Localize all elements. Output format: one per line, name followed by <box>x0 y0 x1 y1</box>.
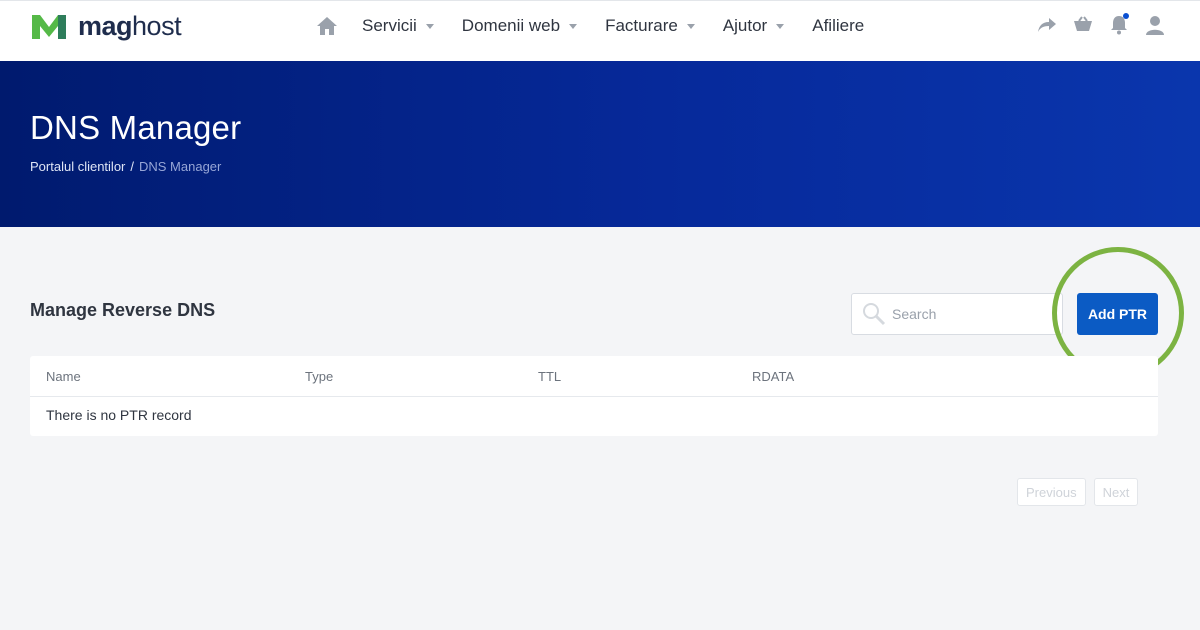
logo-text-bold: mag <box>78 10 133 41</box>
search-icon <box>863 303 886 326</box>
previous-page-button[interactable]: Previous <box>1017 478 1086 506</box>
next-page-button[interactable]: Next <box>1093 478 1139 506</box>
page-header-banner: DNS Manager Portalul clientilor / DNS Ma… <box>0 61 1200 227</box>
column-header-rdata[interactable]: RDATA <box>752 369 794 384</box>
nav-item-label: Facturare <box>605 15 678 35</box>
notification-dot <box>1123 13 1129 19</box>
logo-text: maghost <box>78 10 182 42</box>
breadcrumb-separator: / <box>130 159 134 174</box>
chevron-down-icon <box>569 24 578 29</box>
bell-icon[interactable] <box>1108 13 1130 36</box>
empty-table-message: There is no PTR record <box>46 407 192 423</box>
logo-text-light: host <box>132 10 182 41</box>
nav-item-label: Ajutor <box>722 15 768 35</box>
section-title: Manage Reverse DNS <box>30 300 216 320</box>
logo-mark-icon <box>32 15 66 39</box>
user-icon[interactable] <box>1144 14 1166 36</box>
column-header-type[interactable]: Type <box>305 369 333 384</box>
nav-item-ajutor[interactable]: Ajutor <box>722 15 785 36</box>
nav-item-label: Servicii <box>362 15 417 35</box>
pagination: Previous Next <box>1017 478 1139 506</box>
breadcrumb: Portalul clientilor / DNS Manager <box>30 159 221 174</box>
column-header-ttl[interactable]: TTL <box>538 369 561 384</box>
page-title: DNS Manager <box>30 109 242 146</box>
chevron-down-icon <box>776 24 785 29</box>
nav-item-label: Domenii web <box>461 15 561 35</box>
user-actions <box>1036 12 1180 38</box>
breadcrumb-parent-link[interactable]: Portalul clientilor <box>30 159 125 174</box>
search-box <box>851 293 1063 335</box>
nav-item-domenii-web[interactable]: Domenii web <box>461 15 578 36</box>
maghost-logo[interactable]: maghost <box>30 10 182 42</box>
nav-item-servicii[interactable]: Servicii <box>362 16 434 36</box>
nav-item-afiliere[interactable]: Afiliere <box>812 16 864 36</box>
chevron-down-icon <box>425 24 434 29</box>
main-nav: Servicii Domenii web Facturare Ajutor Af… <box>316 1 892 50</box>
add-ptr-button[interactable]: Add PTR <box>1077 293 1158 335</box>
top-navbar: maghost Servicii Domenii web Facturare A… <box>0 0 1200 61</box>
home-icon[interactable] <box>316 15 338 37</box>
share-icon[interactable] <box>1036 14 1058 36</box>
ptr-records-table: Name Type TTL RDATA There is no PTR reco… <box>30 356 1158 436</box>
chevron-down-icon <box>686 24 695 29</box>
search-input[interactable] <box>892 306 1042 322</box>
nav-item-label: Afiliere <box>812 15 865 35</box>
nav-item-facturare[interactable]: Facturare <box>605 16 695 36</box>
table-header: Name Type TTL RDATA <box>30 356 1158 397</box>
breadcrumb-current: DNS Manager <box>139 159 222 174</box>
cart-icon[interactable] <box>1072 14 1094 36</box>
column-header-name[interactable]: Name <box>46 369 81 384</box>
